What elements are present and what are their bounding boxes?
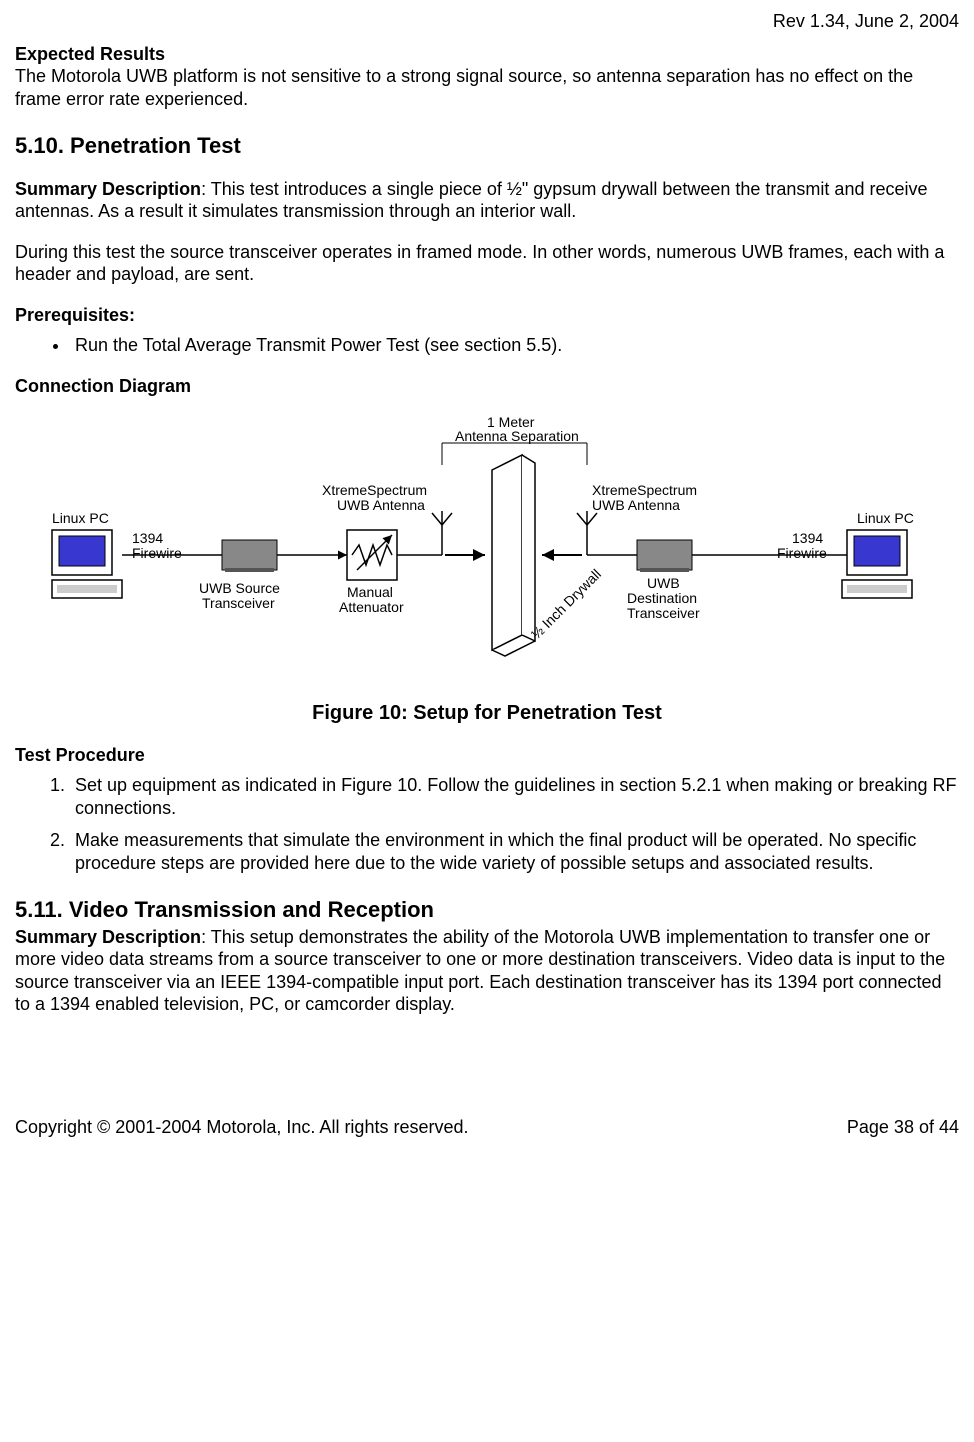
connection-diagram-label: Connection Diagram: [15, 375, 959, 398]
prerequisites-label: Prerequisites:: [15, 304, 959, 327]
prerequisites-list: Run the Total Average Transmit Power Tes…: [15, 334, 959, 357]
expected-results-text: The Motorola UWB platform is not sensiti…: [15, 66, 913, 109]
page-number: Page 38 of 44: [847, 1116, 959, 1139]
uwb-dest-label-2: Destination: [627, 590, 697, 606]
test-procedure-label: Test Procedure: [15, 744, 959, 767]
linux-pc-left-icon: [52, 530, 122, 598]
antenna-right-label-2: UWB Antenna: [592, 497, 680, 513]
section-5-11-heading: 5.11. Video Transmission and Reception: [15, 896, 959, 924]
expected-results-title: Expected Results: [15, 44, 165, 64]
antenna-left-label-2: UWB Antenna: [337, 497, 425, 513]
summary-label: Summary Description: [15, 179, 201, 199]
framed-mode-paragraph: During this test the source transceiver …: [15, 241, 959, 286]
expected-results-block: Expected Results The Motorola UWB platfo…: [15, 43, 959, 111]
antenna-right-label-1: XtremeSpectrum: [592, 482, 697, 498]
uwb-dest-box: [637, 540, 692, 570]
connection-diagram: Linux PC 1394 Firewire UWB Source Transc…: [15, 415, 959, 681]
linux-pc-right-icon: [842, 530, 912, 598]
page-footer: Copyright © 2001-2004 Motorola, Inc. All…: [15, 1116, 959, 1139]
firewire-right-label-1: 1394: [792, 530, 823, 546]
summary-label-5-11: Summary Description: [15, 927, 201, 947]
drywall-label: ½ Inch Drywall: [528, 566, 604, 642]
figure-10-caption: Figure 10: Setup for Penetration Test: [15, 701, 959, 726]
step-2: Make measurements that simulate the envi…: [70, 829, 959, 874]
section-5-10-heading: 5.10. Penetration Test: [15, 132, 959, 160]
summary-description-5-11: Summary Description: This setup demonstr…: [15, 926, 959, 1016]
copyright-text: Copyright © 2001-2004 Motorola, Inc. All…: [15, 1116, 469, 1139]
attenuator-label-1: Manual: [347, 584, 393, 600]
uwb-source-label-2: Transceiver: [202, 595, 275, 611]
linux-pc-left-label: Linux PC: [52, 510, 109, 526]
step-1: Set up equipment as indicated in Figure …: [70, 774, 959, 819]
separation-label-2: Antenna Separation: [455, 428, 579, 444]
firewire-left-label-1: 1394: [132, 530, 163, 546]
uwb-source-label-1: UWB Source: [199, 580, 280, 596]
drywall-icon: [492, 455, 535, 656]
uwb-dest-label-3: Transceiver: [627, 605, 700, 621]
summary-description-5-10: Summary Description: This test introduce…: [15, 178, 959, 223]
antenna-left-icon: [432, 511, 452, 555]
uwb-dest-label-1: UWB: [647, 575, 680, 591]
antenna-right-icon: [577, 511, 597, 555]
linux-pc-right-label: Linux PC: [857, 510, 914, 526]
antenna-left-label-1: XtremeSpectrum: [322, 482, 427, 498]
firewire-left-label-2: Firewire: [132, 545, 182, 561]
firewire-right-label-2: Firewire: [777, 545, 827, 561]
prerequisite-item: Run the Total Average Transmit Power Tes…: [70, 334, 959, 357]
revision-header: Rev 1.34, June 2, 2004: [15, 10, 959, 33]
attenuator-label-2: Attenuator: [339, 599, 404, 615]
uwb-source-box: [222, 540, 277, 570]
test-procedure-list: Set up equipment as indicated in Figure …: [15, 774, 959, 874]
